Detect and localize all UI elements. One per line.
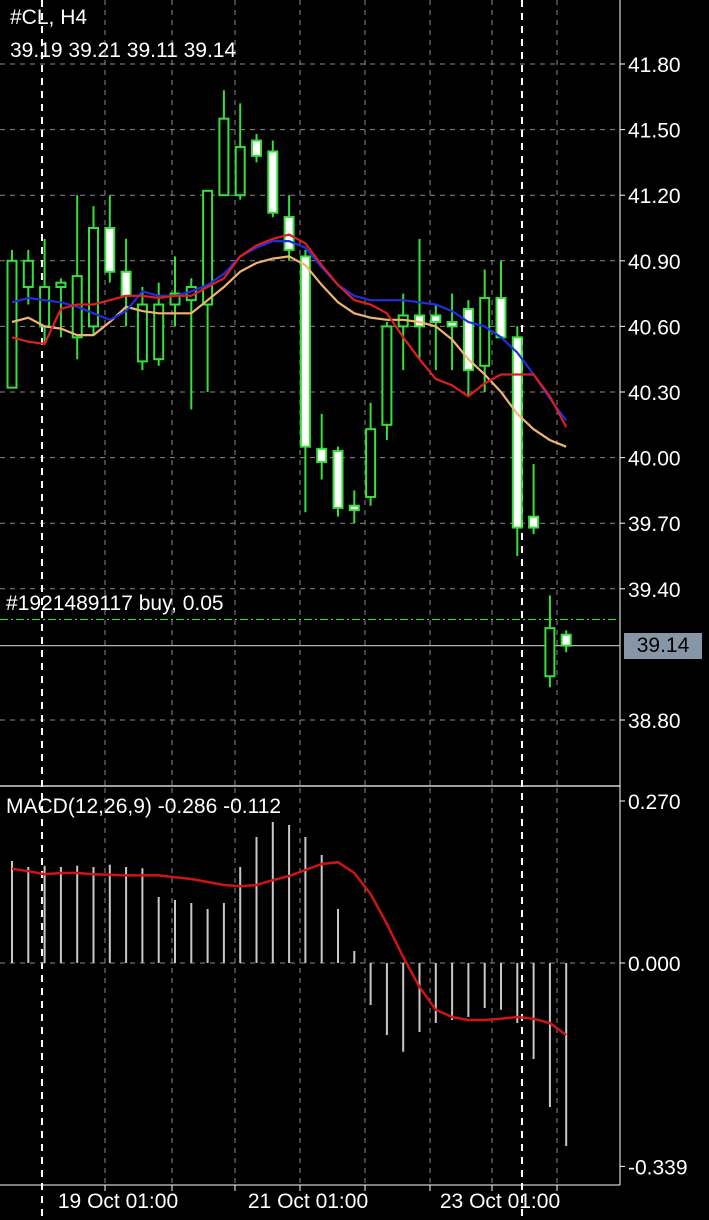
- candle: [528, 464, 540, 535]
- candle: [136, 287, 148, 371]
- candle: [430, 304, 442, 371]
- current-price-tag: 39.14: [624, 633, 702, 659]
- price-tick-label: 39.40: [628, 579, 681, 602]
- candle: [6, 249, 18, 389]
- candle-body: [55, 281, 67, 289]
- candle: [104, 195, 116, 283]
- macd-tick-label: -0.339: [628, 1156, 688, 1179]
- candle: [283, 195, 295, 261]
- candle-body: [136, 303, 148, 363]
- candle: [234, 103, 246, 200]
- candle-body: [234, 146, 246, 197]
- candle-body: [39, 286, 51, 328]
- candle-body: [381, 325, 393, 426]
- price-tick-label: 40.60: [628, 316, 681, 339]
- macd-tick-label: 0.270: [628, 791, 681, 814]
- candle-body: [528, 515, 540, 529]
- candle: [414, 238, 425, 360]
- candle-body: [544, 627, 556, 678]
- candle: [348, 490, 360, 524]
- macd-title: MACD(12,26,9) -0.286 -0.112: [6, 795, 282, 818]
- candle-body: [299, 255, 311, 448]
- time-tick-label: 19 Oct 01:00: [58, 1190, 178, 1213]
- price-tick-label: 41.50: [628, 120, 681, 143]
- candle: [332, 446, 344, 517]
- candle-body: [6, 259, 18, 389]
- candle-body: [365, 428, 377, 498]
- macd-tick-label: 0.000: [628, 953, 681, 976]
- candle: [267, 140, 279, 218]
- price-tick-label: 38.80: [628, 710, 681, 733]
- candle-body: [316, 447, 328, 463]
- candle-body: [348, 504, 360, 512]
- price-tick-label: 40.90: [628, 251, 681, 274]
- price-tick-label: 40.30: [628, 382, 681, 405]
- ohlc-readout: 39.19 39.21 39.11 39.14: [10, 39, 237, 62]
- price-tick-label: 41.20: [628, 185, 681, 208]
- candle: [365, 402, 377, 506]
- candle-body: [22, 259, 34, 289]
- candle: [316, 413, 328, 480]
- candle: [381, 322, 393, 441]
- candle-body: [430, 314, 442, 324]
- candle: [462, 300, 474, 397]
- candle-body: [479, 296, 491, 367]
- candle: [495, 260, 507, 339]
- candle-body: [446, 321, 458, 328]
- price-tick-label: 40.00: [628, 448, 681, 471]
- candle: [202, 189, 214, 392]
- candle: [544, 595, 556, 688]
- candle-body: [560, 633, 572, 647]
- candle-body: [332, 450, 344, 509]
- order-line-label[interactable]: #1921489117 buy, 0.05: [6, 592, 224, 616]
- time-tick-label: 21 Oct 01:00: [248, 1190, 368, 1213]
- candle: [251, 133, 262, 163]
- candle: [88, 206, 99, 336]
- candle-body: [251, 139, 262, 157]
- candle: [511, 326, 523, 556]
- candle: [560, 630, 572, 653]
- price-tick-label: 39.70: [628, 513, 681, 536]
- candle: [299, 249, 311, 513]
- candle: [446, 293, 458, 371]
- candle-body: [218, 117, 230, 197]
- candle: [22, 249, 34, 305]
- symbol-timeframe: #CL, H4: [10, 6, 88, 29]
- candle-body: [495, 296, 507, 339]
- candle: [218, 90, 230, 197]
- candle: [185, 278, 197, 410]
- price-tick-label: 41.80: [628, 54, 681, 77]
- candle-body: [120, 270, 132, 297]
- candle-body: [511, 336, 523, 529]
- candle-body: [267, 150, 279, 214]
- time-tick-label: 23 Oct 01:00: [440, 1190, 560, 1213]
- candle-body: [104, 227, 116, 273]
